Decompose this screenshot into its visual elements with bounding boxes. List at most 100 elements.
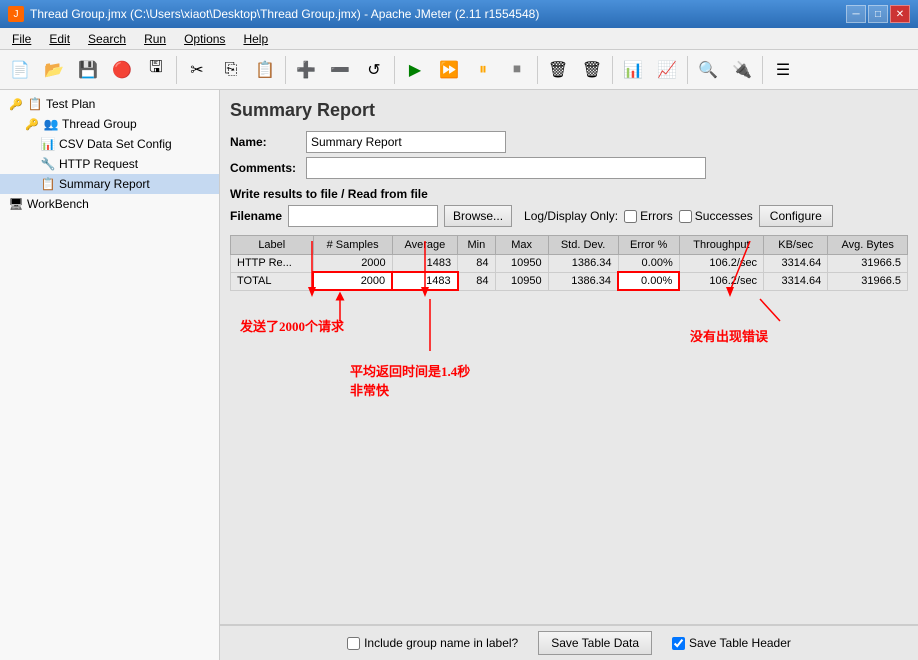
clear-button[interactable]: 🗑 <box>542 54 574 86</box>
row1-min: 84 <box>458 255 495 273</box>
toolbar: 📄 📂 💾 🔴 🖫 ✂ ⎘ 📋 ➕ ➖ ↺ ▶ ⏩ ⏸ ⏹ 🗑 🗑 📊 📈 🔍 … <box>0 50 918 90</box>
sidebar-item-csv[interactable]: 📊 CSV Data Set Config <box>0 134 219 154</box>
expand-button[interactable]: ➕ <box>290 54 322 86</box>
menu-options[interactable]: Options <box>176 30 233 48</box>
copy-button[interactable]: ⎘ <box>215 54 247 86</box>
col-std-dev: Std. Dev. <box>548 236 618 255</box>
plugin-button[interactable]: 🔌 <box>726 54 758 86</box>
row1-avg-bytes: 31966.5 <box>828 255 908 273</box>
table-row: HTTP Re... 2000 1483 84 10950 1386.34 0.… <box>231 255 908 273</box>
file-row: Filename Browse... Log/Display Only: Err… <box>230 205 908 227</box>
successes-checkbox-label[interactable]: Successes <box>679 209 753 223</box>
configure-button[interactable]: Configure <box>759 205 833 227</box>
annotation-avg-time: 平均返回时间是1.4秒非常快 <box>350 361 470 399</box>
content-area: Summary Report Name: Comments: Write res… <box>220 90 918 660</box>
open-button[interactable]: 📂 <box>38 54 70 86</box>
paste-button[interactable]: 📋 <box>249 54 281 86</box>
row1-label: HTTP Re... <box>231 255 314 273</box>
successes-checkbox[interactable] <box>679 210 692 223</box>
report-button[interactable]: 📊 <box>617 54 649 86</box>
sidebar-item-test-plan[interactable]: 🔑 📋 Test Plan <box>0 94 219 114</box>
new-button[interactable]: 📄 <box>4 54 36 86</box>
close-button[interactable]: ✕ <box>890 5 910 23</box>
sidebar: 🔑 📋 Test Plan 🔑 👥 Thread Group 📊 CSV Dat… <box>0 90 220 660</box>
stop-all-button[interactable]: ⏹ <box>501 54 533 86</box>
save-header-text: Save Table Header <box>689 636 791 650</box>
menu-run[interactable]: Run <box>136 30 174 48</box>
row1-samples: 2000 <box>313 255 392 273</box>
sidebar-item-thread-group[interactable]: 🔑 👥 Thread Group <box>0 114 219 134</box>
key-icon-2: 🔑 <box>24 116 40 132</box>
browse-button[interactable]: Browse... <box>444 205 512 227</box>
key-icon: 🔑 <box>8 96 24 112</box>
save-table-data-button[interactable]: Save Table Data <box>538 631 652 655</box>
col-error-pct: Error % <box>618 236 679 255</box>
menu-search[interactable]: Search <box>80 30 134 48</box>
col-average: Average <box>392 236 457 255</box>
toolbar-sep-4 <box>537 56 538 84</box>
comments-row: Comments: <box>230 157 908 179</box>
include-group-checkbox[interactable] <box>347 637 360 650</box>
collapse-button[interactable]: ➖ <box>324 54 356 86</box>
row2-max: 10950 <box>495 272 548 290</box>
toolbar-sep-7 <box>762 56 763 84</box>
run-button[interactable]: ▶ <box>399 54 431 86</box>
toolbar-sep-5 <box>612 56 613 84</box>
include-group-label[interactable]: Include group name in label? <box>347 636 518 650</box>
toolbar-sep-3 <box>394 56 395 84</box>
col-max: Max <box>495 236 548 255</box>
comments-input[interactable] <box>306 157 706 179</box>
toolbar-sep-2 <box>285 56 286 84</box>
maximize-button[interactable]: □ <box>868 5 888 23</box>
save-header-label[interactable]: Save Table Header <box>672 636 791 650</box>
row2-min: 84 <box>458 272 495 290</box>
annotation-sent-requests: 发送了2000个请求 <box>240 316 344 335</box>
window-title: Thread Group.jmx (C:\Users\xiaot\Desktop… <box>30 7 539 21</box>
stop-button[interactable]: 🔴 <box>106 54 138 86</box>
http-icon: 🔧 <box>40 156 56 172</box>
http-label: HTTP Request <box>59 157 138 171</box>
summary-icon: 📋 <box>40 176 56 192</box>
clear-all-button[interactable]: 🗑 <box>576 54 608 86</box>
sidebar-item-http[interactable]: 🔧 HTTP Request <box>0 154 219 174</box>
include-group-text: Include group name in label? <box>364 636 518 650</box>
file-section-title: Write results to file / Read from file <box>230 187 908 201</box>
toolbar-sep-1 <box>176 56 177 84</box>
annotation-no-errors: 没有出现错误 <box>690 326 768 345</box>
monitor-button[interactable]: 📈 <box>651 54 683 86</box>
row1-throughput: 106.2/sec <box>679 255 763 273</box>
annotation-area: 发送了2000个请求 平均返回时间是1.4秒非常快 没有出现错误 <box>230 291 908 511</box>
row1-error-pct: 0.00% <box>618 255 679 273</box>
filename-input[interactable] <box>288 205 438 227</box>
workbench-label: WorkBench <box>27 197 89 211</box>
sidebar-item-workbench[interactable]: 🖥 WorkBench <box>0 194 219 214</box>
menu-edit[interactable]: Edit <box>41 30 78 48</box>
save-button[interactable]: 💾 <box>72 54 104 86</box>
list-button[interactable]: ☰ <box>767 54 799 86</box>
content-inner: Summary Report Name: Comments: Write res… <box>220 90 918 624</box>
name-input[interactable] <box>306 131 506 153</box>
menu-file[interactable]: File <box>4 30 39 48</box>
minimize-button[interactable]: ─ <box>846 5 866 23</box>
save-as-button[interactable]: 🖫 <box>140 54 172 86</box>
cut-button[interactable]: ✂ <box>181 54 213 86</box>
run-all-button[interactable]: ⏩ <box>433 54 465 86</box>
filename-label: Filename <box>230 209 282 223</box>
row2-label: TOTAL <box>231 272 314 290</box>
test-plan-icon: 📋 <box>27 96 43 112</box>
sidebar-item-summary-report[interactable]: 📋 Summary Report <box>0 174 219 194</box>
row2-average: 1483 <box>392 272 457 290</box>
table-header-row: Label # Samples Average Min Max Std. Dev… <box>231 236 908 255</box>
col-kb-sec: KB/sec <box>764 236 828 255</box>
errors-checkbox-label[interactable]: Errors <box>624 209 673 223</box>
save-header-checkbox[interactable] <box>672 637 685 650</box>
reset-button[interactable]: ↺ <box>358 54 390 86</box>
errors-label: Errors <box>640 209 673 223</box>
search-button[interactable]: 🔍 <box>692 54 724 86</box>
menu-help[interactable]: Help <box>235 30 276 48</box>
col-label: Label <box>231 236 314 255</box>
errors-checkbox[interactable] <box>624 210 637 223</box>
csv-icon: 📊 <box>40 136 56 152</box>
pause-button[interactable]: ⏸ <box>467 54 499 86</box>
thread-group-label: Thread Group <box>62 117 137 131</box>
